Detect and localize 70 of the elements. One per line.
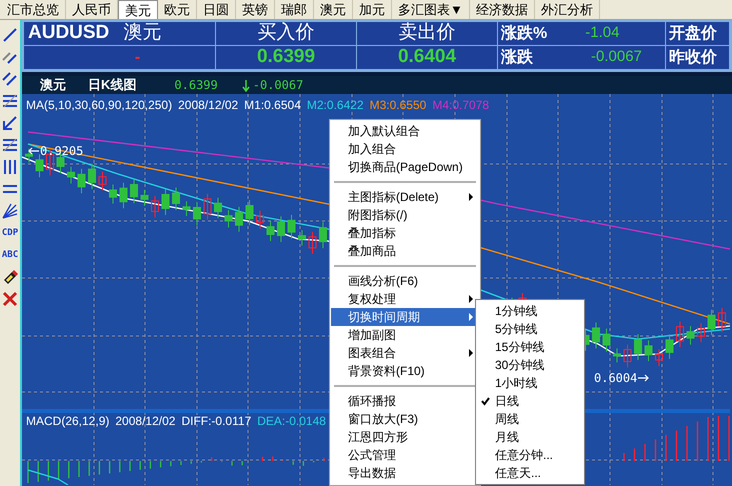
status-mark: - <box>134 48 140 68</box>
double-line-icon[interactable] <box>1 70 19 88</box>
menu-item[interactable]: 30分钟线 <box>476 356 584 374</box>
menu-item[interactable]: 任意天... <box>476 464 584 482</box>
tool-button[interactable]: ABC <box>2 246 18 264</box>
indicator-value: M4:0.7078 <box>432 97 490 114</box>
menu-item[interactable]: 叠加商品 <box>331 242 479 260</box>
ask-price: 0.6404 <box>398 45 456 70</box>
column-label: 卖出价 <box>398 21 456 46</box>
indicator-value: MA(5,10,30,60,90,120,250) <box>26 97 172 114</box>
menu-item[interactable]: 江恩四方形 <box>331 428 479 446</box>
menu-item[interactable]: 增加副图 <box>331 326 479 344</box>
field-label: 开盘价 <box>669 24 717 44</box>
currency-name: 澳元 <box>123 21 162 46</box>
menu-item[interactable]: 窗口放大(F3) <box>331 410 479 428</box>
change-value: -0.0067 <box>591 47 642 68</box>
right-arrow-icon <box>637 374 650 382</box>
chart-period: 日K线图 <box>88 76 136 94</box>
indicator-value: DIFF:-0.0117 <box>181 413 252 430</box>
channel-lines-icon[interactable] <box>1 92 19 110</box>
field-label: 涨跌% <box>501 24 548 44</box>
indicator-value: M3:0.6550 <box>370 97 426 114</box>
chart-name: 澳元 <box>40 76 66 94</box>
indicator-value: DEA:-0.0148 <box>257 413 326 430</box>
menu-item[interactable]: 1分钟线 <box>476 302 584 320</box>
menu-item[interactable]: 加入默认组合 <box>331 122 479 140</box>
tab[interactable]: 美元 <box>118 0 158 19</box>
diagonal-arrow-icon[interactable] <box>1 114 19 132</box>
menu-item[interactable]: 附图指标(/) <box>331 206 479 224</box>
tool-button[interactable]: CDP <box>2 224 18 242</box>
price: 0.6399 <box>174 77 218 94</box>
menu-item[interactable]: 画线分析(F6) <box>331 272 479 290</box>
menu-item[interactable]: 导出数据 <box>331 464 479 482</box>
menu-item[interactable]: 主图指标(Delete) <box>331 188 479 206</box>
menu-item[interactable]: 周线 <box>476 410 584 428</box>
close-icon[interactable] <box>1 290 19 308</box>
down-arrow-icon <box>242 78 250 92</box>
menu-item[interactable]: 加入组合 <box>331 140 479 158</box>
indicator-value: MACD(26,12,9) <box>26 413 110 430</box>
menu-item[interactable]: 5分钟线 <box>476 320 584 338</box>
signal-line <box>28 469 68 485</box>
indicator-value: M2:0.6422 <box>306 97 364 114</box>
menu-item[interactable]: 循环播报 <box>331 392 479 410</box>
menu-item[interactable]: 复权处理 <box>331 290 479 308</box>
menu-item[interactable]: 15分钟线 <box>476 338 584 356</box>
symbol: AUDUSD <box>28 21 110 46</box>
change-percent: -1.04 <box>585 23 620 44</box>
indicator-value: 2008/12/02 <box>178 97 238 114</box>
indicator-value: M1:0.6504 <box>244 97 301 114</box>
field-label: 昨收价 <box>669 48 717 68</box>
menu-item[interactable]: 切换商品(PageDown) <box>331 158 479 176</box>
menu-item[interactable]: 图表组合 <box>331 344 479 362</box>
price-label: 0.6004 <box>594 370 638 387</box>
menu-item[interactable]: 日线 <box>476 392 584 410</box>
change-value: -0.0067 <box>252 77 304 94</box>
fan-lines-icon[interactable] <box>1 202 19 220</box>
bid-price: 0.6399 <box>256 45 316 70</box>
vertical-lines-icon[interactable] <box>1 158 19 176</box>
channel-lines-icon[interactable] <box>1 136 19 154</box>
menu-item[interactable]: 公式管理 <box>331 446 479 464</box>
left-arrow-icon <box>28 147 40 155</box>
indicator-value: 2008/12/02 <box>115 413 176 430</box>
menu-item[interactable]: 1小时线 <box>476 374 584 392</box>
column-label: 买入价 <box>258 21 314 46</box>
field-label: 涨跌 <box>501 48 533 68</box>
menu-item[interactable]: 月线 <box>476 428 584 446</box>
menu-item[interactable]: 背景资料(F10) <box>331 362 479 380</box>
line-tool-icon[interactable] <box>1 26 19 44</box>
menu-item[interactable]: 任意分钟... <box>476 446 584 464</box>
menu-item[interactable]: 叠加指标 <box>331 224 479 242</box>
